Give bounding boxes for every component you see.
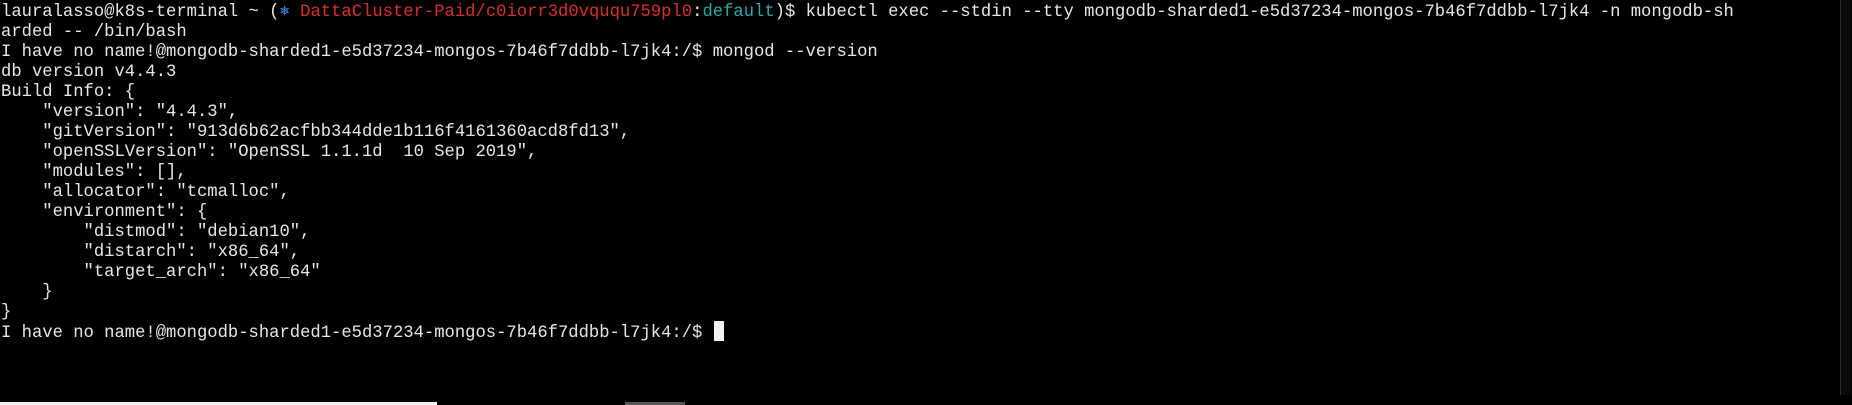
vertical-scrollbar[interactable] bbox=[1838, 0, 1852, 405]
prompt-end: )$ bbox=[774, 3, 806, 22]
terminal-window[interactable]: lauralasso@k8s-terminal ~ (⎈ DattaCluste… bbox=[0, 0, 1834, 398]
kubernetes-helm-icon: ⎈ bbox=[279, 3, 290, 22]
pod-prompt: I have no name!@mongodb-sharded1-e5d3723… bbox=[1, 324, 713, 343]
text-cursor bbox=[713, 321, 724, 341]
scrollbar-thumb[interactable] bbox=[1840, 0, 1851, 395]
context-separator: : bbox=[692, 3, 703, 22]
context-namespace: default bbox=[702, 3, 775, 22]
command-text: kubectl exec --stdin --tty mongodb-shard… bbox=[805, 3, 1734, 22]
horizontal-scrollbar[interactable] bbox=[0, 401, 1852, 405]
prompt-line: lauralasso@k8s-terminal ~ (⎈ DattaCluste… bbox=[1, 1, 1734, 24]
prompt-user-host: lauralasso@k8s-terminal ~ ( bbox=[1, 3, 280, 22]
final-prompt-line: I have no name!@mongodb-sharded1-e5d3723… bbox=[1, 321, 724, 344]
pod-prompt: I have no name!@mongodb-sharded1-e5d3723… bbox=[1, 43, 713, 62]
command-text: mongod --version bbox=[712, 43, 878, 62]
context-cluster: DattaCluster-Paid/c0iorr3d0vququ759pl0 bbox=[289, 3, 693, 22]
